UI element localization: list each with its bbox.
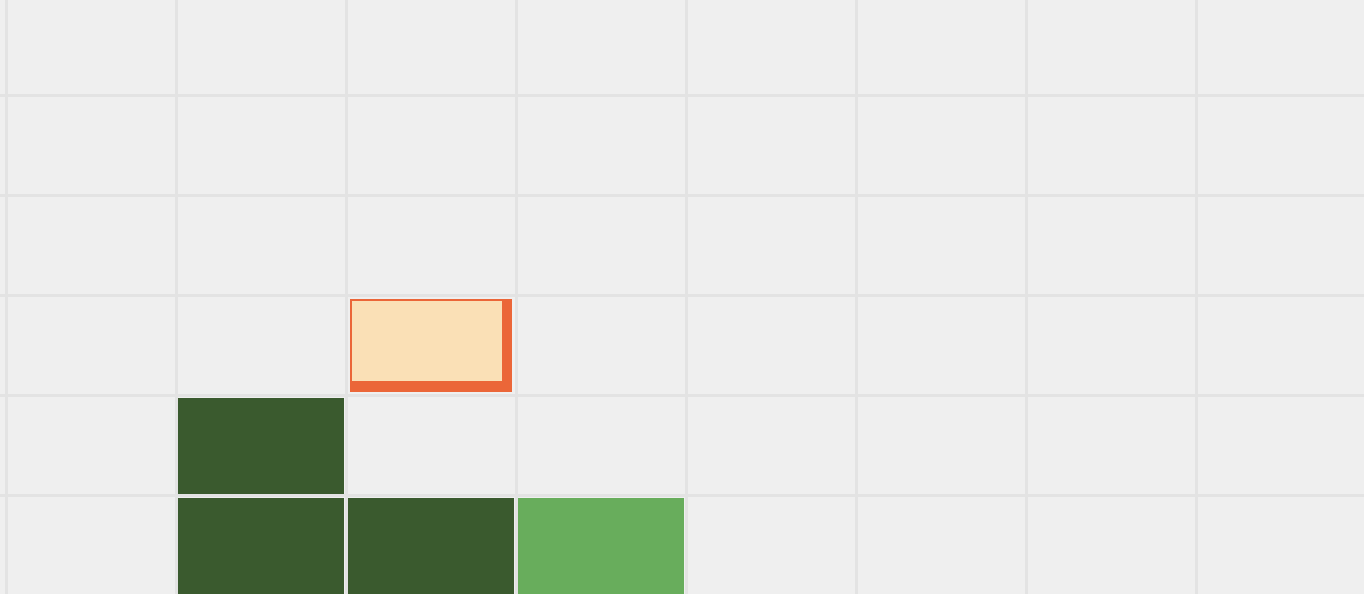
grid-line-horizontal: [0, 294, 1364, 297]
grid-line-horizontal: [0, 94, 1364, 97]
grid-line-vertical: [1025, 0, 1028, 594]
grid-line-horizontal: [0, 494, 1364, 497]
game-board[interactable]: [0, 0, 1364, 594]
placed-tile: [518, 498, 684, 594]
placed-tile: [178, 398, 344, 494]
grid-line-vertical: [685, 0, 688, 594]
grid-line-horizontal: [0, 194, 1364, 197]
active-piece-face: [352, 301, 502, 381]
grid-line-vertical: [1195, 0, 1198, 594]
placed-tile: [178, 498, 344, 594]
placed-tile: [348, 498, 514, 594]
grid-line-vertical: [855, 0, 858, 594]
grid-line-vertical: [5, 0, 8, 594]
active-piece[interactable]: [350, 299, 512, 392]
grid-line-horizontal: [0, 394, 1364, 397]
